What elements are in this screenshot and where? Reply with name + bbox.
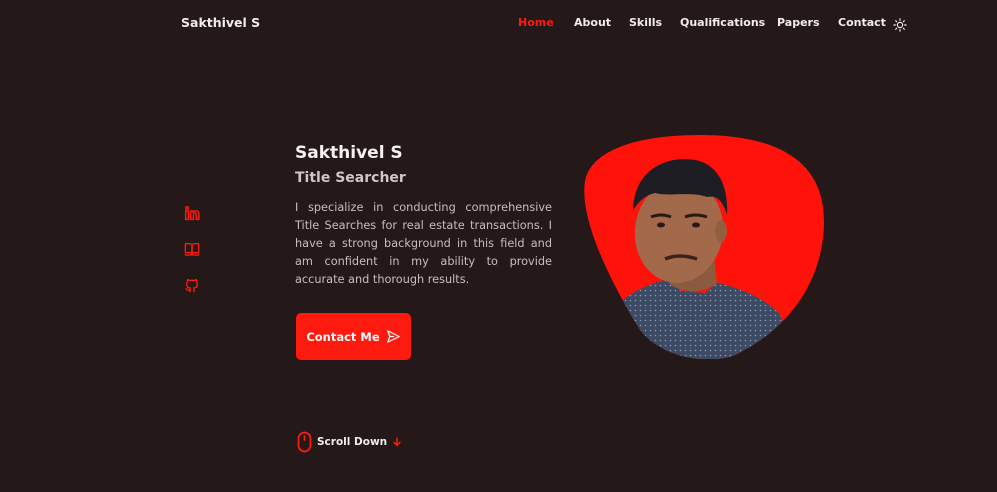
intro-name: Sakthivel S — [295, 143, 403, 163]
site-header: Sakthivel S Home About Skills Qualificat… — [0, 0, 997, 48]
nav-item-qualifications[interactable]: Qualifications — [680, 16, 765, 29]
nav-item-about[interactable]: About — [574, 16, 611, 29]
contact-me-label: Contact Me — [306, 329, 380, 344]
nav-item-contact[interactable]: Contact — [838, 16, 886, 29]
scroll-down-button[interactable]: Scroll Down — [297, 431, 402, 453]
nav-item-skills[interactable]: Skills — [629, 16, 662, 29]
arrow-down-icon — [393, 437, 401, 447]
sun-icon[interactable] — [893, 17, 907, 32]
github-icon[interactable] — [184, 277, 200, 293]
profile-photo — [584, 134, 825, 359]
nav-item-home[interactable]: Home — [518, 16, 554, 29]
book-icon[interactable] — [184, 241, 200, 257]
main-nav: Home About Skills Qualifications Papers … — [0, 16, 997, 34]
send-icon — [386, 330, 400, 343]
intro-role: Title Searcher — [295, 170, 406, 186]
mouse-icon — [297, 431, 312, 453]
scroll-down-label: Scroll Down — [317, 436, 388, 448]
intro-description: I specialize in conducting comprehensive… — [295, 201, 552, 286]
nav-item-papers[interactable]: Papers — [777, 16, 820, 29]
linkedin-icon[interactable] — [184, 205, 200, 221]
contact-me-button[interactable]: Contact Me — [296, 313, 411, 360]
